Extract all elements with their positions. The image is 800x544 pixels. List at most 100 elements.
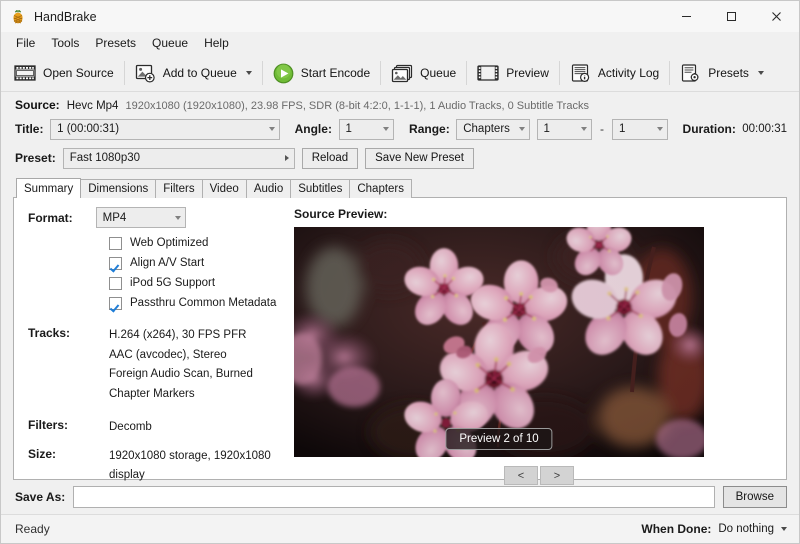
open-source-label: Open Source bbox=[43, 66, 114, 80]
size-values: 1920x1080 storage, 1920x1080 display bbox=[109, 447, 292, 486]
save-as-label: Save As: bbox=[15, 490, 65, 504]
queue-button[interactable]: Queue bbox=[384, 58, 463, 89]
reload-button[interactable]: Reload bbox=[302, 148, 358, 169]
title-select-value: 1 (00:00:31) bbox=[57, 123, 119, 135]
menu-bar: File Tools Presets Queue Help bbox=[1, 32, 799, 55]
source-name: Hevc Mp4 bbox=[67, 100, 119, 112]
tab-dimensions[interactable]: Dimensions bbox=[80, 179, 156, 198]
when-done-group: When Done: Do nothing bbox=[641, 522, 787, 536]
size-value: 1920x1080 storage, 1920x1080 display bbox=[109, 447, 292, 486]
track-item: Foreign Audio Scan, Burned bbox=[109, 365, 253, 385]
tab-chapters[interactable]: Chapters bbox=[349, 179, 412, 198]
tracks-values: H.264 (x264), 30 FPS PFR AAC (avcodec), … bbox=[109, 326, 253, 404]
checkbox-box bbox=[109, 257, 122, 270]
checkbox-web-optimized[interactable]: Web Optimized bbox=[109, 234, 292, 252]
menu-tools[interactable]: Tools bbox=[43, 34, 87, 53]
filters-value: Decomb bbox=[109, 418, 152, 438]
checkbox-label: Passthru Common Metadata bbox=[130, 297, 276, 309]
toolbar-divider bbox=[262, 61, 263, 85]
status-bar: Ready When Done: Do nothing bbox=[1, 514, 799, 543]
save-new-preset-button[interactable]: Save New Preset bbox=[365, 148, 474, 169]
presets-gear-icon bbox=[680, 64, 701, 83]
title-select[interactable]: 1 (00:00:31) bbox=[50, 119, 279, 140]
source-info-row: Source: Hevc Mp4 1920x1080 (1920x1080), … bbox=[1, 92, 799, 115]
checkbox-label: iPod 5G Support bbox=[130, 277, 215, 289]
when-done-label: When Done: bbox=[641, 522, 711, 536]
window-title: HandBrake bbox=[34, 10, 97, 24]
format-label: Format: bbox=[28, 211, 73, 225]
add-image-icon bbox=[135, 64, 156, 83]
title-angle-range-row: Title: 1 (00:00:31) Angle: 1 Range: Chap… bbox=[1, 115, 799, 143]
preset-select[interactable]: Fast 1080p30 bbox=[63, 148, 295, 169]
tab-filters[interactable]: Filters bbox=[155, 179, 202, 198]
main-toolbar: Open Source Add to Queue bbox=[1, 55, 799, 92]
range-dash: - bbox=[599, 122, 605, 136]
browse-button[interactable]: Browse bbox=[723, 486, 787, 508]
menu-file[interactable]: File bbox=[8, 34, 43, 53]
add-to-queue-button[interactable]: Add to Queue bbox=[128, 58, 259, 89]
tab-video[interactable]: Video bbox=[202, 179, 247, 198]
format-row: Format: MP4 bbox=[28, 207, 292, 228]
chevron-down-icon bbox=[519, 127, 525, 131]
preview-next-button[interactable]: > bbox=[540, 466, 574, 485]
chevron-down-icon bbox=[781, 527, 787, 531]
size-block: Size: 1920x1080 storage, 1920x1080 displ… bbox=[28, 447, 292, 486]
tab-subtitles[interactable]: Subtitles bbox=[290, 179, 350, 198]
start-encode-button[interactable]: Start Encode bbox=[266, 58, 377, 89]
chevron-down-icon[interactable] bbox=[246, 71, 252, 75]
preview-button[interactable]: Preview bbox=[470, 58, 556, 89]
chapter-start-select[interactable]: 1 bbox=[537, 119, 593, 140]
source-preview-image[interactable]: Preview 2 of 10 bbox=[294, 227, 704, 457]
format-select-value: MP4 bbox=[103, 212, 127, 224]
angle-select[interactable]: 1 bbox=[339, 119, 395, 140]
stacked-images-icon bbox=[391, 64, 413, 83]
checkbox-ipod-5g-support[interactable]: iPod 5G Support bbox=[109, 274, 292, 292]
preview-prev-button[interactable]: < bbox=[504, 466, 538, 485]
chapter-end-select[interactable]: 1 bbox=[612, 119, 668, 140]
angle-select-value: 1 bbox=[346, 123, 352, 135]
summary-panel: Format: MP4 Web Optimized Align A/V Star… bbox=[13, 197, 787, 480]
tab-summary[interactable]: Summary bbox=[16, 178, 81, 198]
chevron-right-icon bbox=[285, 155, 289, 161]
close-icon[interactable] bbox=[754, 1, 799, 32]
track-item: Chapter Markers bbox=[109, 385, 253, 405]
checkbox-label: Align A/V Start bbox=[130, 257, 204, 269]
range-type-value: Chapters bbox=[463, 123, 510, 135]
preview-counter-overlay: Preview 2 of 10 bbox=[445, 428, 552, 450]
when-done-select[interactable]: Do nothing bbox=[718, 523, 787, 535]
chapter-end-value: 1 bbox=[619, 123, 625, 135]
menu-help[interactable]: Help bbox=[196, 34, 237, 53]
range-type-select[interactable]: Chapters bbox=[456, 119, 529, 140]
duration-value: 00:00:31 bbox=[742, 123, 787, 135]
toolbar-divider bbox=[669, 61, 670, 85]
title-label: Title: bbox=[15, 122, 43, 136]
checkbox-box bbox=[109, 277, 122, 290]
add-to-queue-label: Add to Queue bbox=[163, 66, 237, 80]
chevron-down-icon bbox=[383, 127, 389, 131]
maximize-icon[interactable] bbox=[709, 1, 754, 32]
tracks-label: Tracks: bbox=[28, 326, 109, 404]
presets-button[interactable]: Presets bbox=[673, 58, 771, 89]
source-details: 1920x1080 (1920x1080), 23.98 FPS, SDR (8… bbox=[125, 100, 588, 112]
chevron-down-icon[interactable] bbox=[758, 71, 764, 75]
film-frame-icon bbox=[477, 64, 499, 82]
activity-log-button[interactable]: Activity Log bbox=[563, 58, 666, 89]
format-select[interactable]: MP4 bbox=[96, 207, 186, 228]
duration-label: Duration: bbox=[683, 122, 736, 136]
tab-container: Summary Dimensions Filters Video Audio S… bbox=[1, 173, 799, 480]
checkbox-passthru-common-metadata[interactable]: Passthru Common Metadata bbox=[109, 294, 292, 312]
size-label: Size: bbox=[28, 447, 109, 486]
toolbar-divider bbox=[124, 61, 125, 85]
minimize-icon[interactable] bbox=[664, 1, 709, 32]
save-as-input[interactable] bbox=[73, 486, 714, 508]
menu-queue[interactable]: Queue bbox=[144, 34, 196, 53]
handbrake-pineapple-icon bbox=[10, 9, 26, 25]
tab-audio[interactable]: Audio bbox=[246, 179, 291, 198]
checkbox-align-av-start[interactable]: Align A/V Start bbox=[109, 254, 292, 272]
open-source-button[interactable]: Open Source bbox=[7, 58, 121, 89]
title-bar: HandBrake bbox=[1, 1, 799, 32]
handbrake-window: HandBrake File Tools Presets Queue Help bbox=[0, 0, 800, 544]
menu-presets[interactable]: Presets bbox=[87, 34, 144, 53]
filters-label: Filters: bbox=[28, 418, 109, 438]
green-play-icon bbox=[273, 63, 294, 84]
